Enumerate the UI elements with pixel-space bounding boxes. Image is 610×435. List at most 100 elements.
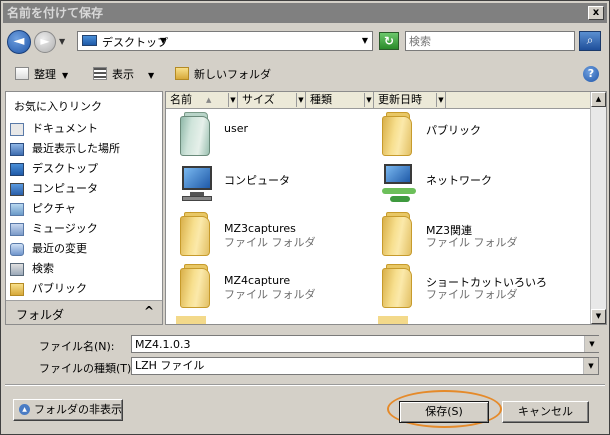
column-header-name[interactable]: 名前 ▲ ▼	[166, 92, 238, 109]
public-folder-icon	[10, 283, 24, 296]
column-header-modified[interactable]: 更新日時 ▼	[374, 92, 446, 109]
column-header-size[interactable]: サイズ ▼	[238, 92, 306, 109]
column-header-type[interactable]: 種類 ▼	[306, 92, 374, 109]
column-filter-dropdown-icon[interactable]: ▼	[228, 93, 237, 107]
sidebar-item-pictures[interactable]: ピクチャ	[8, 200, 158, 218]
network-cable-shape	[390, 196, 410, 202]
views-icon	[93, 67, 107, 80]
save-button[interactable]: 保存(S)	[399, 401, 489, 423]
file-list-pane: 名前 ▲ ▼ サイズ ▼ 種類 ▼ 更新日時 ▼ user パブリック コンピュ…	[165, 91, 607, 325]
sidebar-item-recent-places[interactable]: 最近表示した場所	[8, 140, 158, 158]
sidebar-item-public[interactable]: パブリック	[8, 280, 158, 298]
refresh-icon[interactable]: ↻	[379, 32, 399, 50]
monitor-screen-shape	[182, 166, 212, 190]
new-folder-label: 新しいフォルダ	[194, 68, 271, 81]
sidebar-item-label: ドキュメント	[32, 122, 98, 135]
views-label: 表示	[112, 68, 134, 81]
column-filter-dropdown-icon[interactable]: ▼	[364, 93, 373, 107]
vertical-scrollbar[interactable]: ▲ ▼	[590, 92, 606, 324]
back-button[interactable]: ◄	[7, 30, 31, 54]
file-name: パブリック	[426, 124, 481, 137]
command-toolbar: 整理 ▼ 表示 ▼ 新しいフォルダ	[1, 61, 609, 89]
desktop-icon	[82, 35, 97, 46]
help-icon[interactable]: ?	[583, 66, 599, 82]
pictures-icon	[10, 203, 24, 216]
sidebar-item-music[interactable]: ミュージック	[8, 220, 158, 238]
filename-input[interactable]	[131, 335, 599, 353]
close-button[interactable]: x	[588, 6, 604, 20]
sidebar-item-desktop[interactable]: デスクトップ	[8, 160, 158, 178]
folder-front-shape	[382, 116, 412, 156]
file-type: ファイル フォルダ	[224, 288, 316, 301]
folder-front-shape	[180, 268, 210, 308]
sidebar-item-computer[interactable]: コンピュータ	[8, 180, 158, 198]
recent-changes-icon	[10, 243, 24, 256]
list-item[interactable]: MZ4capture ファイル フォルダ	[170, 264, 370, 314]
favorite-links-heading: お気に入りリンク	[14, 100, 102, 113]
search-folder-icon	[10, 263, 24, 276]
sidebar-item-label: 最近表示した場所	[32, 142, 120, 155]
folders-toggle-bar[interactable]: フォルダ ^	[6, 300, 162, 324]
sidebar-item-label: ピクチャ	[32, 202, 76, 215]
sort-ascending-icon: ▲	[206, 96, 212, 104]
filetype-select[interactable]: LZH ファイル ▼	[131, 357, 599, 375]
history-dropdown-icon[interactable]: ▼	[59, 37, 65, 46]
list-item[interactable]: ネットワーク	[372, 162, 572, 212]
filetype-value: LZH ファイル	[135, 359, 205, 372]
documents-icon	[10, 123, 24, 136]
list-item[interactable]: MZ3captures ファイル フォルダ	[170, 212, 370, 262]
list-item[interactable]: user	[170, 112, 370, 162]
scroll-up-icon[interactable]: ▲	[591, 92, 606, 107]
chevron-up-icon: ▲	[19, 404, 30, 415]
organize-label: 整理	[34, 68, 56, 81]
music-icon	[10, 223, 24, 236]
column-header-label: 名前	[170, 93, 192, 106]
list-item[interactable]: コンピュータ	[170, 162, 370, 212]
chevron-down-icon: ▼	[62, 71, 69, 80]
computer-icon	[178, 162, 214, 206]
folder-icon	[380, 264, 416, 308]
folder-front-shape	[382, 268, 412, 308]
folder-front-shape	[382, 216, 412, 256]
filetype-dropdown-icon[interactable]: ▼	[583, 358, 598, 374]
organize-button[interactable]: 整理 ▼	[15, 67, 68, 83]
breadcrumb[interactable]: デスクトップ ▼ ▼	[77, 31, 373, 51]
folder-icon	[380, 212, 416, 256]
window-title: 名前を付けて保存	[7, 6, 104, 20]
views-button[interactable]: 表示 ▼	[93, 67, 154, 83]
forward-button[interactable]: ►	[34, 31, 56, 53]
list-item[interactable]: ショートカットいろいろ ファイル フォルダ	[372, 264, 572, 314]
column-header-label: 種類	[310, 93, 332, 106]
file-name: user	[224, 122, 248, 135]
new-folder-icon	[175, 67, 189, 80]
file-name: ネットワーク	[426, 174, 492, 187]
chevron-down-icon: ▼	[148, 71, 155, 80]
address-dropdown-icon[interactable]: ▼	[362, 36, 368, 45]
save-as-dialog: 名前を付けて保存 x ◄ ► ▼ デスクトップ ▼ ▼ ↻ ⌕ 整理 ▼ 表示 ▼ …	[0, 0, 610, 435]
computer-icon	[10, 183, 24, 196]
scroll-down-icon[interactable]: ▼	[591, 309, 606, 324]
sidebar-item-documents[interactable]: ドキュメント	[8, 120, 158, 138]
list-item[interactable]: MZ3関連 ファイル フォルダ	[372, 212, 572, 262]
sidebar-item-recent-changes[interactable]: 最近の変更	[8, 240, 158, 258]
list-item[interactable]: パブリック	[372, 112, 572, 162]
sidebar-item-label: コンピュータ	[32, 182, 98, 195]
search-input[interactable]	[405, 31, 575, 51]
navigation-pane: お気に入りリンク ドキュメント 最近表示した場所 デスクトップ コンピュータ ピ…	[5, 91, 163, 325]
filename-dropdown-icon[interactable]: ▼	[584, 336, 599, 352]
cancel-button[interactable]: キャンセル	[502, 401, 589, 423]
title-bar: 名前を付けて保存 x	[3, 3, 607, 23]
file-name: コンピュータ	[224, 174, 290, 187]
filename-label: ファイル名(N):	[39, 340, 115, 353]
magnifier-icon[interactable]: ⌕	[579, 31, 601, 51]
column-filter-dropdown-icon[interactable]: ▼	[296, 93, 305, 107]
chevron-up-icon: ^	[143, 304, 154, 318]
column-filter-dropdown-icon[interactable]: ▼	[436, 93, 445, 107]
new-folder-button[interactable]: 新しいフォルダ	[175, 67, 271, 83]
breadcrumb-location[interactable]: デスクトップ	[102, 34, 168, 50]
sidebar-item-search[interactable]: 検索	[8, 260, 158, 278]
hide-folders-button[interactable]: ▲ フォルダの非表示	[13, 399, 123, 421]
organize-icon	[15, 67, 29, 80]
sidebar-item-label: ミュージック	[32, 222, 98, 235]
breadcrumb-chevron-icon[interactable]: ▼	[160, 36, 166, 45]
